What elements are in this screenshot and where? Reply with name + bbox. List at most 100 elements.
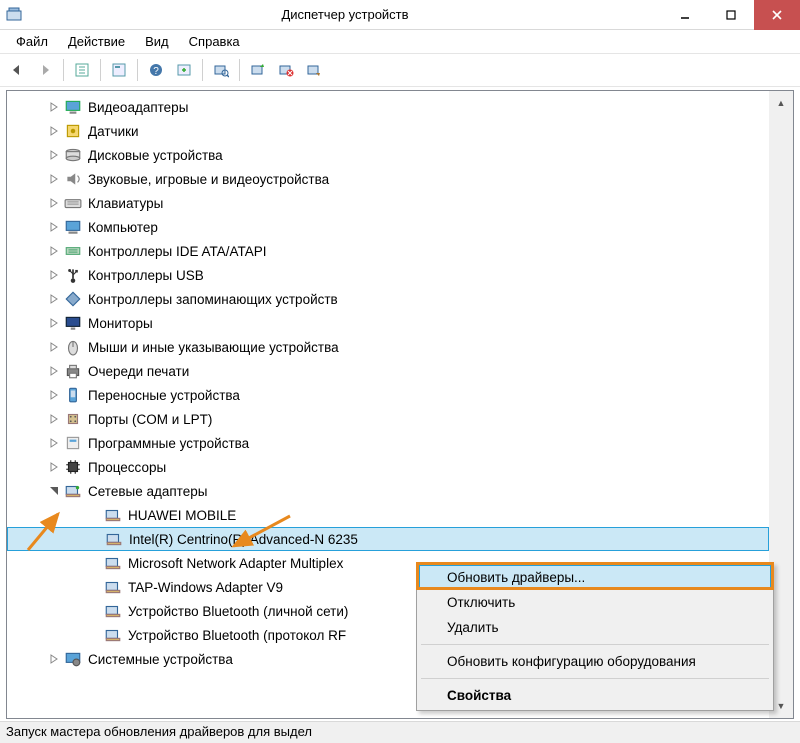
toolbar-back-button[interactable] [4,57,30,83]
port-icon [64,410,82,428]
system-icon [64,650,82,668]
network-adapter-icon [104,578,122,596]
ctx-separator [421,644,769,645]
tree-category-label: Дисковые устройства [88,148,223,163]
expander-icon[interactable] [47,196,61,210]
tree-category-row[interactable]: Процессоры [7,455,769,479]
titlebar: Диспетчер устройств [0,0,800,30]
expander-icon[interactable] [47,484,61,498]
disk-icon [64,146,82,164]
ctx-delete[interactable]: Удалить [419,615,771,640]
tree-category-label: Видеоадаптеры [88,100,188,115]
ctx-disable[interactable]: Отключить [419,590,771,615]
tree-device-row[interactable]: Intel(R) Centrino(R) Advanced-N 6235 [7,527,769,551]
system-menu-icon[interactable] [0,0,28,30]
scroll-up-button[interactable]: ▲ [769,91,793,115]
menu-action[interactable]: Действие [58,32,135,51]
expander-icon[interactable] [47,268,61,282]
toolbar-separator [137,59,138,81]
expander-icon[interactable] [47,388,61,402]
tree-category-row[interactable]: Клавиатуры [7,191,769,215]
tree-category-row[interactable]: Сетевые адаптеры [7,479,769,503]
minimize-button[interactable] [662,0,708,30]
toolbar-uninstall-button[interactable] [273,57,299,83]
toolbar-help-button[interactable]: ? [143,57,169,83]
toolbar-forward-button[interactable] [32,57,58,83]
maximize-button[interactable] [708,0,754,30]
toolbar-show-hidden-button[interactable] [69,57,95,83]
tree-device-label: Устройство Bluetooth (личной сети) [128,604,348,619]
tree-category-label: Порты (COM и LPT) [88,412,212,427]
window-controls [662,0,800,30]
tree-category-row[interactable]: Программные устройства [7,431,769,455]
tree-category-row[interactable]: Компьютер [7,215,769,239]
expander-icon[interactable] [47,292,61,306]
tree-device-label: Intel(R) Centrino(R) Advanced-N 6235 [129,532,358,547]
tree-category-label: Очереди печати [88,364,189,379]
tree-category-row[interactable]: Дисковые устройства [7,143,769,167]
toolbar-scan-button[interactable] [208,57,234,83]
printer-icon [64,362,82,380]
expander-icon[interactable] [47,316,61,330]
tree-device-label: Microsoft Network Adapter Multiplex [128,556,343,571]
statusbar: Запуск мастера обновления драйверов для … [0,721,800,743]
tree-category-row[interactable]: Контроллеры USB [7,263,769,287]
toolbar-disable-button[interactable] [301,57,327,83]
tree-category-label: Мыши и иные указывающие устройства [88,340,339,355]
network-adapter-icon [104,506,122,524]
toolbar-properties-button[interactable] [106,57,132,83]
expander-placeholder [88,532,102,546]
expander-placeholder [87,556,101,570]
menu-help[interactable]: Справка [179,32,250,51]
toolbar: ? [0,53,800,87]
tree-category-row[interactable]: Звуковые, игровые и видеоустройства [7,167,769,191]
tree-category-row[interactable]: Контроллеры IDE ATA/ATAPI [7,239,769,263]
expander-icon[interactable] [47,340,61,354]
close-button[interactable] [754,0,800,30]
computer-icon [64,218,82,236]
tree-category-label: Переносные устройства [88,388,240,403]
ctx-scan-hardware[interactable]: Обновить конфигурацию оборудования [419,649,771,674]
menu-file[interactable]: Файл [6,32,58,51]
tree-category-row[interactable]: Порты (COM и LPT) [7,407,769,431]
expander-icon[interactable] [47,124,61,138]
ctx-properties[interactable]: Свойства [419,683,771,708]
expander-icon[interactable] [47,436,61,450]
toolbar-update-driver-button[interactable] [245,57,271,83]
tree-category-row[interactable]: Мониторы [7,311,769,335]
tree-category-row[interactable]: Мыши и иные указывающие устройства [7,335,769,359]
storage-icon [64,290,82,308]
tree-device-label: HUAWEI MOBILE [128,508,236,523]
tree-device-row[interactable]: HUAWEI MOBILE [7,503,769,527]
tree-category-row[interactable]: Видеоадаптеры [7,95,769,119]
tree-category-label: Клавиатуры [88,196,163,211]
toolbar-action-button[interactable] [171,57,197,83]
sensor-icon [64,122,82,140]
tree-device-label: Устройство Bluetooth (протокол RF [128,628,346,643]
expander-icon[interactable] [47,460,61,474]
tree-category-row[interactable]: Переносные устройства [7,383,769,407]
tree-category-label: Контроллеры USB [88,268,204,283]
tree-category-row[interactable]: Контроллеры запоминающих устройств [7,287,769,311]
menu-view[interactable]: Вид [135,32,179,51]
tree-category-label: Сетевые адаптеры [88,484,207,499]
tree-category-label: Компьютер [88,220,158,235]
ctx-separator [421,678,769,679]
expander-icon[interactable] [47,100,61,114]
portable-icon [64,386,82,404]
expander-icon[interactable] [47,412,61,426]
tree-category-row[interactable]: Очереди печати [7,359,769,383]
svg-text:?: ? [153,66,159,77]
expander-icon[interactable] [47,172,61,186]
context-menu: Обновить драйверы... Отключить Удалить О… [416,562,774,711]
expander-icon[interactable] [47,220,61,234]
tree-category-label: Датчики [88,124,139,139]
expander-icon[interactable] [47,148,61,162]
toolbar-separator [202,59,203,81]
expander-icon[interactable] [47,364,61,378]
tree-category-label: Программные устройства [88,436,249,451]
expander-icon[interactable] [47,244,61,258]
tree-category-row[interactable]: Датчики [7,119,769,143]
ctx-update-drivers[interactable]: Обновить драйверы... [419,565,771,590]
expander-icon[interactable] [47,652,61,666]
